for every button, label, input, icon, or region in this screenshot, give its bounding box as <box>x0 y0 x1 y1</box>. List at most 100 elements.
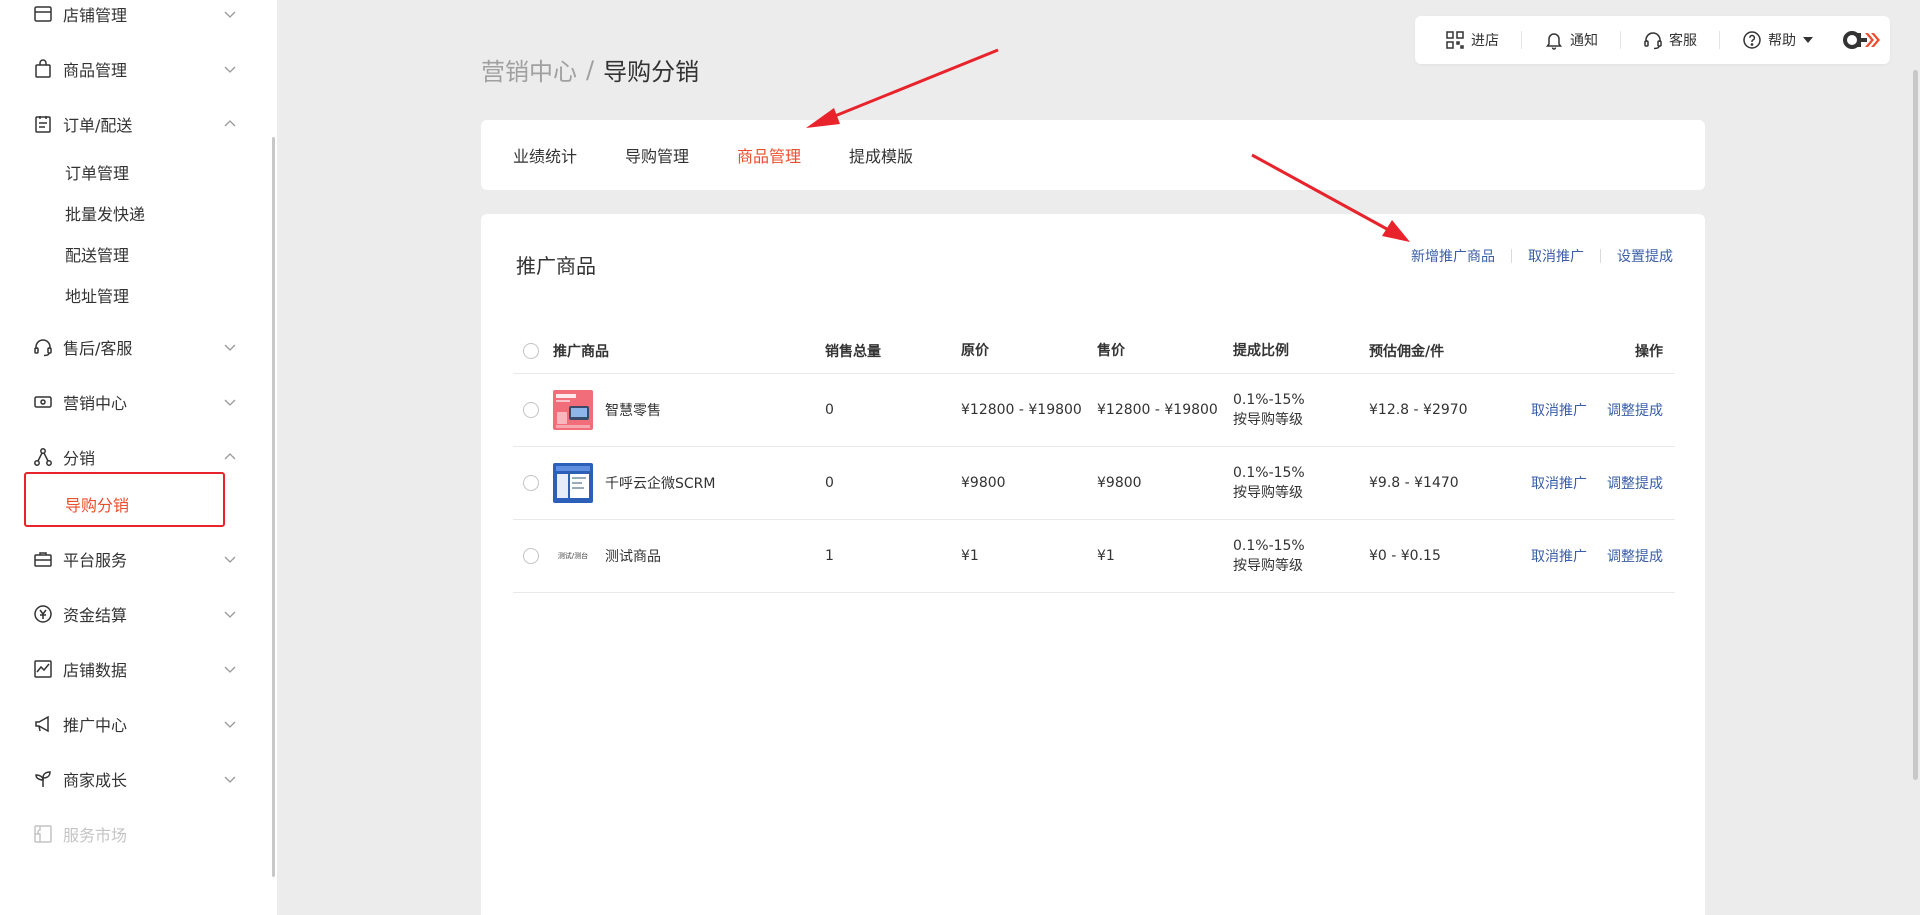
chevron-down-icon <box>224 556 236 563</box>
table-row: 千呼云企微SCRM 0 ¥9800 ¥9800 0.1%-15% 按导购等级 ¥… <box>513 447 1675 520</box>
product-thumbnail: 测试/测台 <box>553 536 593 576</box>
sidebar-item-label: 服务市场 <box>63 826 128 845</box>
chevron-down-icon <box>224 776 236 783</box>
breadcrumb-separator: / <box>586 55 595 84</box>
product-name: 测试商品 <box>605 549 661 565</box>
help-label: 帮助 <box>1768 33 1796 49</box>
commission-rate: 0.1%-15% <box>1233 465 1305 481</box>
select-all-radio[interactable] <box>523 342 539 359</box>
sidebar-sub-address[interactable]: 地址管理 <box>65 281 129 309</box>
sidebar-item-label: 商家成长 <box>63 771 128 790</box>
sidebar-item-orders[interactable]: 订单/配送 <box>32 108 242 140</box>
cancel-promotion-link[interactable]: 取消推广 <box>1531 400 1587 420</box>
chevron-down-icon <box>224 721 236 728</box>
tab-commission-template[interactable]: 提成模版 <box>849 143 913 167</box>
megaphone-icon <box>32 713 54 735</box>
cancel-promotion-link[interactable]: 取消推广 <box>1531 546 1587 566</box>
row-select-radio[interactable] <box>523 402 539 418</box>
customer-service-button[interactable]: 客服 <box>1643 28 1697 52</box>
row-select-radio[interactable] <box>523 548 539 564</box>
action-divider <box>1511 249 1512 263</box>
brand-logo[interactable] <box>1843 28 1881 52</box>
header-operations: 操作 <box>1635 343 1663 360</box>
sidebar-sub-delivery[interactable]: 配送管理 <box>65 240 129 268</box>
header-original-price: 原价 <box>961 342 989 359</box>
card-actions: 新增推广商品 取消推广 设置提成 <box>1411 246 1673 266</box>
tab-product-manage[interactable]: 商品管理 <box>737 143 801 167</box>
sidebar-item-label: 店铺数据 <box>63 661 128 680</box>
top-toolbar: 进店 通知 客服 帮助 <box>1415 16 1890 64</box>
chevron-up-icon <box>224 453 236 460</box>
sidebar-sub-order-manage[interactable]: 订单管理 <box>65 158 129 186</box>
chevron-down-icon <box>224 666 236 673</box>
sidebar-item-after-sales[interactable]: 售后/客服 <box>32 331 242 363</box>
sale-price: ¥12800 - ¥19800 <box>1097 402 1218 418</box>
header-estimated-commission: 预估佣金/件 <box>1369 343 1445 360</box>
headset-icon <box>32 336 54 358</box>
sidebar-sub-guide-distribution[interactable]: 导购分销 <box>65 490 129 518</box>
sidebar-item-promotion[interactable]: 推广中心 <box>32 708 242 740</box>
headset-icon <box>1644 32 1662 50</box>
chart-icon <box>32 658 54 680</box>
chevron-down-icon <box>224 399 236 406</box>
notify-label: 通知 <box>1570 33 1598 49</box>
breadcrumb: 营销中心 / 导购分销 <box>481 52 699 87</box>
cancel-promotion-link[interactable]: 取消推广 <box>1531 473 1587 493</box>
table-row: 测试/测台 测试商品 1 ¥1 ¥1 0.1%-15% 按导购等级 ¥0 - ¥… <box>513 520 1675 593</box>
cancel-promotion-button[interactable]: 取消推广 <box>1528 246 1584 266</box>
sidebar-item-distribution[interactable]: 分销 <box>32 441 242 473</box>
toolbar-divider <box>1620 31 1621 49</box>
sidebar-item-service-market[interactable]: 服务市场 <box>32 818 242 850</box>
sidebar-item-store-data[interactable]: 店铺数据 <box>32 653 242 685</box>
add-promoted-product-button[interactable]: 新增推广商品 <box>1411 246 1495 266</box>
notify-button[interactable]: 通知 <box>1544 28 1598 52</box>
set-commission-button[interactable]: 设置提成 <box>1617 246 1673 266</box>
sidebar-item-label: 订单/配送 <box>63 116 133 135</box>
sidebar-item-growth[interactable]: 商家成长 <box>32 763 242 795</box>
chevron-down-icon <box>224 344 236 351</box>
breadcrumb-parent[interactable]: 营销中心 <box>481 52 577 87</box>
help-dropdown[interactable]: 帮助 <box>1742 28 1813 52</box>
tab-guide-manage[interactable]: 导购管理 <box>625 143 689 167</box>
sidebar-sub-batch-express[interactable]: 批量发快递 <box>65 199 145 227</box>
sidebar-item-platform[interactable]: 平台服务 <box>32 543 242 575</box>
page-scrollbar[interactable] <box>1913 70 1918 780</box>
enter-store-label: 进店 <box>1471 33 1499 49</box>
sales-qty: 1 <box>825 548 834 564</box>
estimated-commission: ¥12.8 - ¥2970 <box>1369 402 1468 418</box>
original-price: ¥9800 <box>961 475 1006 491</box>
adjust-commission-link[interactable]: 调整提成 <box>1607 546 1663 566</box>
product-thumbnail <box>553 463 593 503</box>
help-icon <box>1743 31 1761 49</box>
sidebar-item-label: 店铺管理 <box>63 6 128 25</box>
original-price: ¥1 <box>961 548 979 564</box>
row-select-radio[interactable] <box>523 475 539 491</box>
caret-down-icon <box>1803 37 1813 43</box>
sidebar-item-label: 分销 <box>63 449 96 468</box>
sidebar-scrollbar[interactable] <box>272 137 275 877</box>
sale-price: ¥9800 <box>1097 475 1142 491</box>
sidebar-item-settlement[interactable]: 资金结算 <box>32 598 242 630</box>
qr-code-icon <box>1446 31 1464 49</box>
toolbar-divider <box>1719 31 1720 49</box>
sprout-icon <box>32 768 54 790</box>
sidebar-item-label: 资金结算 <box>63 606 128 625</box>
sidebar-item-store[interactable]: 店铺管理 <box>32 0 242 30</box>
sale-price: ¥1 <box>1097 548 1115 564</box>
clipboard-icon <box>32 113 54 135</box>
sales-qty: 0 <box>825 402 834 418</box>
sidebar-item-marketing[interactable]: 营销中心 <box>32 386 242 418</box>
adjust-commission-link[interactable]: 调整提成 <box>1607 473 1663 493</box>
distribution-icon <box>32 446 54 468</box>
product-name: 智慧零售 <box>605 403 661 419</box>
enter-store-button[interactable]: 进店 <box>1445 28 1499 52</box>
adjust-commission-link[interactable]: 调整提成 <box>1607 400 1663 420</box>
sidebar-item-products[interactable]: 商品管理 <box>32 53 242 85</box>
sidebar-item-label: 平台服务 <box>63 551 128 570</box>
store-icon <box>32 3 54 25</box>
header-sale-price: 售价 <box>1097 342 1125 359</box>
promoted-products-card: 推广商品 新增推广商品 取消推广 设置提成 推广商品 销售总量 原价 售价 提成… <box>481 214 1705 915</box>
briefcase-icon <box>32 548 54 570</box>
tab-performance[interactable]: 业绩统计 <box>513 143 577 167</box>
yuan-icon <box>32 603 54 625</box>
